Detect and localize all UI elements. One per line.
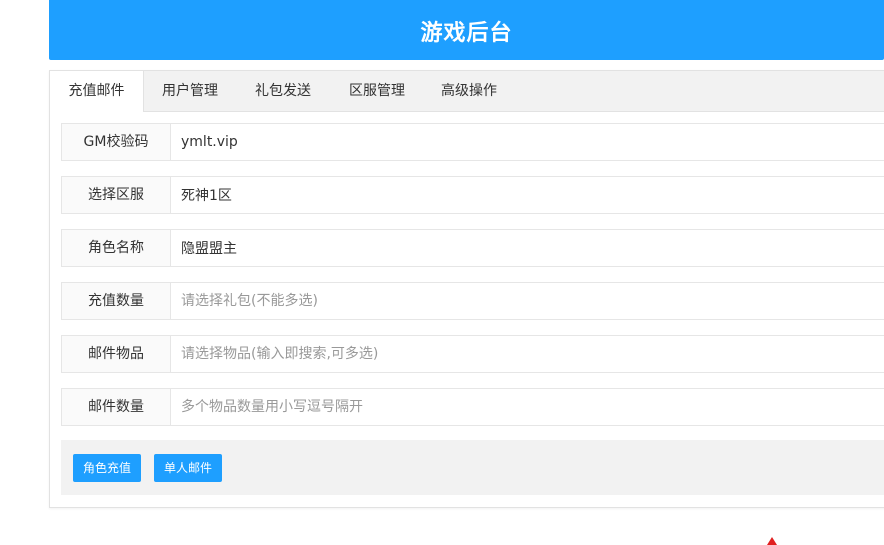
action-bar: 角色充值 单人邮件 (61, 440, 884, 495)
tab-server-management[interactable]: 区服管理 (330, 71, 424, 111)
tab-bar: 充值邮件 用户管理 礼包发送 区服管理 高级操作 (50, 71, 884, 112)
role-name-input[interactable] (171, 230, 884, 266)
role-recharge-button[interactable]: 角色充值 (73, 454, 142, 482)
tab-user-management[interactable]: 用户管理 (144, 71, 236, 111)
corner-arrow-icon (767, 537, 777, 545)
page-title: 游戏后台 (420, 21, 513, 46)
mail-quantity-label: 邮件数量 (62, 389, 171, 425)
form-row-gm-code: GM校验码 (61, 123, 884, 161)
recharge-amount-select[interactable] (171, 283, 884, 319)
tab-gift-send[interactable]: 礼包发送 (236, 71, 330, 111)
tab-recharge-mail[interactable]: 充值邮件 (50, 71, 144, 112)
gm-code-input[interactable] (171, 124, 884, 160)
recharge-amount-label: 充值数量 (62, 283, 171, 319)
form-row-recharge-amount: 充值数量 (61, 282, 884, 320)
mail-items-label: 邮件物品 (62, 336, 171, 372)
mail-items-select[interactable] (171, 336, 884, 372)
form-row-role-name: 角色名称 (61, 229, 884, 267)
server-select[interactable] (171, 177, 884, 213)
role-name-label: 角色名称 (62, 230, 171, 266)
server-label: 选择区服 (62, 177, 171, 213)
single-mail-button[interactable]: 单人邮件 (154, 454, 223, 482)
main-panel: 充值邮件 用户管理 礼包发送 区服管理 高级操作 GM校验码 选择区服 角色名称… (49, 70, 884, 508)
gm-code-label: GM校验码 (62, 124, 171, 160)
tab-advanced-ops[interactable]: 高级操作 (424, 71, 514, 111)
form-row-mail-items: 邮件物品 (61, 335, 884, 373)
form-row-mail-quantity: 邮件数量 (61, 388, 884, 426)
form-row-server: 选择区服 (61, 176, 884, 214)
app-header: 游戏后台 (49, 0, 884, 60)
mail-quantity-input[interactable] (171, 389, 884, 425)
